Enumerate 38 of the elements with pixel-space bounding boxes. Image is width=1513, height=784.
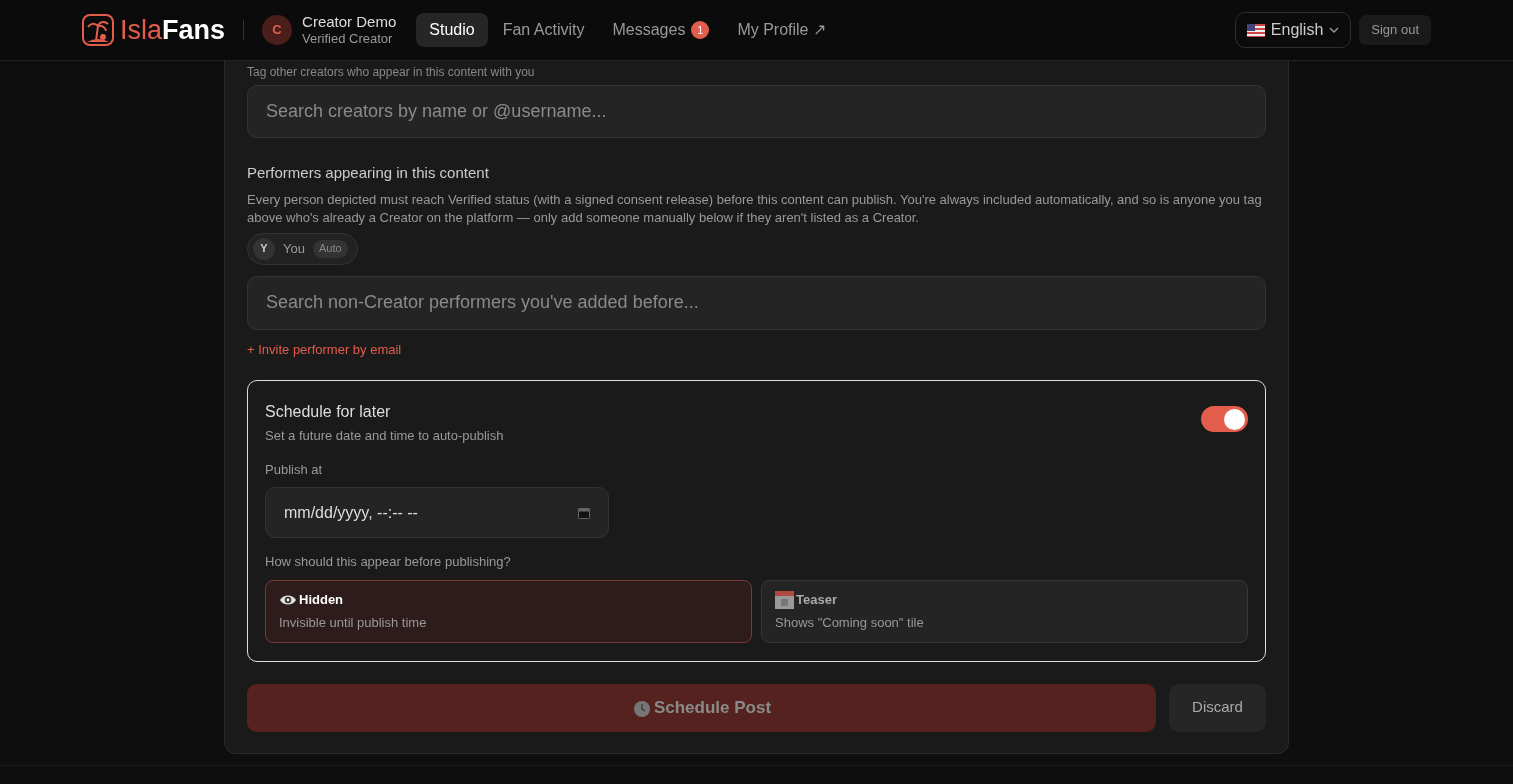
nav-tab[interactable]: Fan Activity <box>489 13 598 47</box>
chip-name: You <box>283 239 305 258</box>
option-title: Hidden <box>299 591 344 609</box>
visibility-option[interactable]: Teaser Shows "Coming soon" tile <box>761 579 1248 643</box>
user-name: Creator Demo <box>302 12 397 32</box>
option-description: Invisible until publish time <box>279 613 427 632</box>
performer-search-field[interactable]: Search non-Creator performers you've added before... <box>247 275 1266 330</box>
field-label: How should this appear before publishing? <box>265 553 512 571</box>
section-description: Every person depicted must reach Verified status (with a signed consent release) before this content can publish. You're always included automatically, and so is anyone you tag above who's already a Creator on the platform — only add someone manually below if they aren't listed as a Creator. <box>247 190 1263 227</box>
invite-link[interactable]: + Invite performer by email <box>247 339 402 359</box>
calendar-icon[interactable] <box>578 506 590 519</box>
section-title: Performers appearing in this content <box>247 163 490 183</box>
discard-button[interactable]: Discard <box>1169 683 1266 732</box>
user-avatar: C <box>262 15 293 45</box>
creator-search-field[interactable]: Search creators by name or @username... <box>247 85 1266 138</box>
chevron-down-icon <box>1329 27 1340 33</box>
language-select[interactable]: English <box>1234 12 1352 48</box>
field-label: Publish at <box>265 460 324 479</box>
schedule-title: Schedule for later <box>265 402 392 422</box>
flag-icon <box>1246 23 1265 37</box>
option-description: Shows "Coming soon" tile <box>775 613 924 632</box>
calendar-icon <box>775 590 794 610</box>
option-title: Teaser <box>796 591 837 609</box>
date-time-field[interactable]: mm/dd/yyyy, --:-- -- <box>265 487 609 538</box>
schedule-subtitle: Set a future date and time to auto-publish <box>265 427 504 445</box>
user-role: Verified Creator <box>302 31 394 48</box>
tag-hint: Tag other creators who appear in this content with you <box>247 65 536 79</box>
auto-tag: Auto <box>312 239 348 258</box>
unread-badge: 1 <box>691 21 710 39</box>
sign-out-button[interactable]: Sign out <box>1359 15 1431 45</box>
schedule-toggle[interactable] <box>1201 406 1248 432</box>
chip-avatar: Y <box>253 237 275 260</box>
nav-tab[interactable]: My Profile ↗ <box>724 13 839 47</box>
nav-tab[interactable]: Studio <box>416 13 488 47</box>
nav-tab[interactable]: Messages 1 <box>599 13 723 47</box>
brand-name[interactable]: IslaFans <box>120 16 226 44</box>
visibility-option[interactable]: Hidden Invisible until publish time <box>265 579 752 643</box>
logo-icon <box>82 14 114 46</box>
